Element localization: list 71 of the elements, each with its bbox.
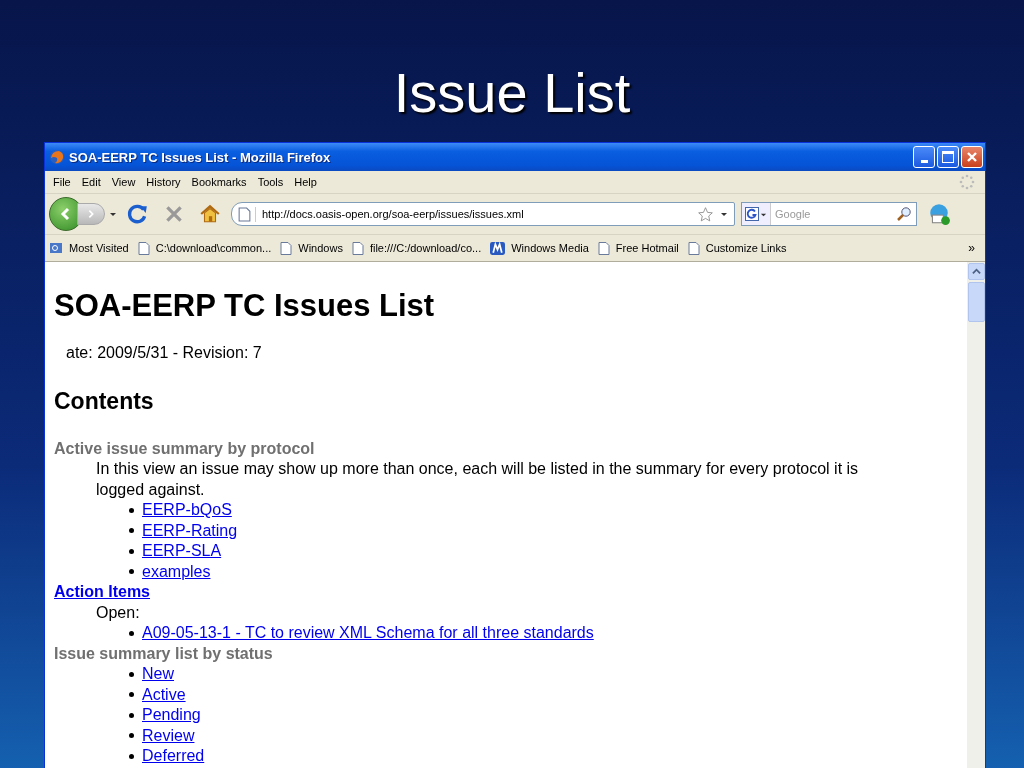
maximize-button[interactable] xyxy=(937,146,959,168)
bullet-icon xyxy=(129,507,134,513)
reload-icon[interactable] xyxy=(127,203,149,225)
bullet-icon xyxy=(129,733,134,739)
scroll-thumb[interactable] xyxy=(967,282,985,322)
menu-item[interactable]: Bookmarks xyxy=(187,176,254,188)
dropdown-arrow-icon[interactable] xyxy=(109,210,117,218)
section-heading: Issue summary list by status xyxy=(54,643,274,664)
description-text: In this view an issue may show up more than once, each will be listed in the summary for every protocol it is logged against. xyxy=(96,459,860,500)
dropdown-arrow-icon[interactable] xyxy=(720,210,728,218)
bullet-icon xyxy=(129,753,134,759)
page-icon xyxy=(137,240,150,256)
page-icon xyxy=(351,240,364,256)
revision-text: ate: 2009/5/31 - Revision: 7 xyxy=(66,343,263,363)
link[interactable]: Deferred xyxy=(142,746,205,767)
scroll-up-button[interactable] xyxy=(967,263,985,280)
slide-title: Issue List xyxy=(393,60,631,126)
page-icon xyxy=(280,240,293,256)
bullet-icon xyxy=(129,630,134,636)
bullet-icon xyxy=(129,528,134,534)
folder-icon xyxy=(49,241,63,255)
bookmark-item[interactable]: Most Visited xyxy=(49,241,129,255)
section-heading: Active issue summary by protocol xyxy=(54,438,316,459)
bullet-icon xyxy=(129,692,134,698)
contents-heading: Contents xyxy=(54,386,155,415)
description-text: Open: xyxy=(96,602,141,623)
more-bookmarks-button[interactable]: » xyxy=(968,241,975,255)
link[interactable]: Review xyxy=(142,725,195,746)
window-title: SOA-EERP TC Issues List - Mozilla Firefox xyxy=(69,149,332,165)
link[interactable]: EERP-SLA xyxy=(142,541,222,562)
close-icon[interactable] xyxy=(966,151,978,163)
menu-item[interactable]: Edit xyxy=(77,176,108,188)
bullet-icon xyxy=(129,569,134,575)
globe-icon xyxy=(49,149,65,165)
scrollbar[interactable] xyxy=(967,262,985,768)
page-title: SOA-EERP TC Issues List xyxy=(54,287,436,325)
bullet-icon xyxy=(129,548,134,554)
star-icon[interactable] xyxy=(697,205,714,223)
bookmark-item[interactable]: file:///C:/download/co... xyxy=(351,240,482,256)
menu-item[interactable]: Tools xyxy=(253,176,291,188)
close-button[interactable] xyxy=(961,146,983,168)
page-icon xyxy=(687,240,700,256)
menu-item[interactable]: File xyxy=(49,176,78,188)
menu-item[interactable]: View xyxy=(107,176,143,188)
bookmark-item[interactable]: C:\download\common... xyxy=(137,240,272,256)
throbber-icon xyxy=(959,174,975,190)
link[interactable]: EERP-Rating xyxy=(142,520,238,541)
section-link[interactable]: Action Items xyxy=(54,582,150,603)
link[interactable]: Pending xyxy=(142,705,201,726)
page-icon xyxy=(238,206,256,222)
stop-icon[interactable] xyxy=(163,203,185,225)
link[interactable]: A09-05-13-1 - TC to review XML Schema for all three standards xyxy=(142,623,594,644)
bullet-icon xyxy=(129,671,134,677)
link[interactable]: examples xyxy=(142,561,211,582)
bookmark-item[interactable]: Windows xyxy=(280,240,343,256)
link[interactable]: EERP-bQoS xyxy=(142,500,232,521)
bookmark-item[interactable]: Customize Links xyxy=(687,240,787,256)
minimize-button[interactable] xyxy=(913,146,935,168)
link[interactable]: New xyxy=(142,664,174,685)
media-icon xyxy=(490,240,506,256)
address-field[interactable]: http://docs.oasis-open.org/soa-eerp/issues/issues.xml xyxy=(231,202,735,226)
link[interactable]: Active xyxy=(142,684,186,705)
menu-item[interactable]: History xyxy=(142,176,188,188)
bullet-icon xyxy=(129,712,134,718)
bookmark-item[interactable]: Windows Media xyxy=(490,240,589,256)
page-icon xyxy=(597,240,610,256)
menu-item[interactable]: Help xyxy=(290,176,324,188)
search-engine-icon[interactable] xyxy=(742,203,771,225)
home-icon[interactable] xyxy=(199,203,221,225)
bookmark-item[interactable]: Free Hotmail xyxy=(597,240,679,256)
search-icon[interactable] xyxy=(896,206,912,222)
